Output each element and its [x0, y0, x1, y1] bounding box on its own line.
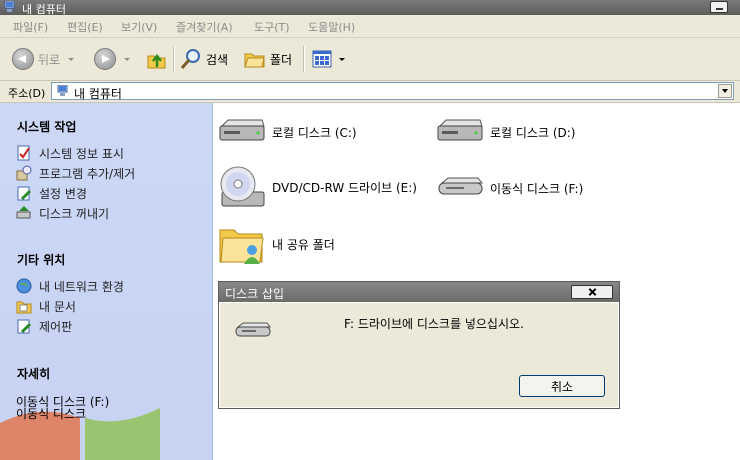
menu-file[interactable]: 파일(F) — [13, 19, 48, 35]
address-label: 주소(D) — [8, 87, 46, 100]
place-control-panel[interactable]: 제어판 — [16, 317, 72, 335]
search-icon — [180, 49, 200, 69]
removable-disk-icon — [438, 177, 484, 195]
forward-button[interactable] — [94, 46, 130, 72]
task-label: 프로그램 추가/제거 — [39, 166, 136, 181]
up-folder-button[interactable] — [146, 46, 168, 72]
my-documents-icon — [16, 301, 32, 314]
back-label: 뒤로 — [38, 52, 61, 67]
cancel-button[interactable]: 취소 — [519, 375, 605, 397]
drive-local-d[interactable]: 로컬 디스크 (D:) — [436, 118, 575, 146]
task-add-remove-programs[interactable]: 프로그램 추가/제거 — [16, 164, 135, 182]
other-places-title: 기타 위치 — [17, 253, 66, 267]
standard-toolbar: 뒤로 검색 폴더 — [0, 38, 740, 81]
hard-drive-icon — [219, 119, 265, 141]
menu-bar: 파일(F) 편집(E) 보기(V) 즐겨찾기(A) 도구(T) 도움말(H) — [0, 15, 740, 38]
details-title: 자세히 — [17, 367, 51, 381]
address-dropdown-button[interactable] — [718, 84, 732, 98]
task-change-setting[interactable]: 설정 변경 — [16, 184, 87, 202]
shared-folder[interactable]: 내 공유 폴더 — [218, 220, 335, 268]
up-folder-icon — [147, 53, 166, 69]
shared-folder-icon — [219, 229, 264, 264]
task-eject-disk[interactable]: 디스크 꺼내기 — [16, 204, 109, 222]
menu-help[interactable]: 도움말(H) — [308, 19, 355, 35]
system-tasks-title: 시스템 작업 — [17, 120, 77, 134]
forward-arrow-icon — [94, 48, 116, 70]
minimize-button[interactable] — [710, 1, 728, 13]
toolbar-separator-2 — [303, 46, 305, 72]
place-label: 내 네트워크 환경 — [39, 279, 124, 294]
network-places-icon — [16, 278, 32, 294]
dialog-titlebar[interactable]: 디스크 삽입 — [219, 282, 619, 302]
drive-label: 로컬 디스크 (D:) — [490, 125, 576, 140]
search-label: 검색 — [206, 52, 229, 67]
place-network[interactable]: 내 네트워크 환경 — [16, 277, 124, 295]
dialog-body: F: 드라이브에 디스크를 넣으십시오. 취소 — [219, 302, 619, 408]
drive-label: 로컬 디스크 (C:) — [272, 125, 357, 140]
control-panel-icon — [17, 319, 32, 334]
views-dropdown-icon[interactable] — [339, 57, 345, 61]
removable-disk-icon — [235, 322, 271, 337]
drive-local-c[interactable]: 로컬 디스크 (C:) — [218, 118, 357, 146]
task-show-system-info[interactable]: 시스템 정보 표시 — [16, 144, 124, 162]
hard-drive-icon — [437, 119, 483, 141]
my-computer-icon — [57, 85, 68, 96]
system-info-icon — [17, 145, 30, 161]
back-button[interactable]: 뒤로 — [12, 46, 75, 72]
toolbar-separator — [173, 46, 175, 72]
details-type: 이동식 디스크 — [16, 407, 87, 421]
dialog-message: F: 드라이브에 디스크를 넣으십시오. — [344, 317, 524, 331]
task-label: 시스템 정보 표시 — [39, 146, 124, 161]
place-label: 내 문서 — [39, 299, 76, 314]
place-my-documents[interactable]: 내 문서 — [16, 297, 76, 315]
drive-label: DVD/CD-RW 드라이브 (E:) — [272, 180, 417, 195]
drive-removable-f[interactable]: 이동식 디스크 (F:) — [436, 174, 583, 202]
search-button[interactable]: 검색 — [180, 46, 228, 72]
menu-edit[interactable]: 편집(E) — [67, 19, 103, 35]
change-setting-icon — [17, 186, 32, 201]
views-button[interactable] — [312, 46, 345, 72]
back-dropdown-icon[interactable] — [68, 57, 75, 61]
views-grid-icon — [312, 50, 332, 68]
folders-button[interactable]: 폴더 — [244, 46, 292, 72]
place-label: 제어판 — [39, 319, 73, 334]
task-label: 설정 변경 — [39, 186, 87, 201]
drive-dvd-e[interactable]: DVD/CD-RW 드라이브 (E:) — [218, 164, 417, 210]
menu-view[interactable]: 보기(V) — [121, 19, 157, 35]
folders-icon — [244, 53, 265, 68]
dialog-close-button[interactable] — [571, 285, 613, 299]
back-arrow-icon — [12, 48, 34, 70]
folders-label: 폴더 — [270, 52, 293, 67]
my-computer-icon — [4, 1, 15, 12]
menu-favorites[interactable]: 즐겨찾기(A) — [176, 19, 233, 35]
dvd-drive-icon — [220, 166, 265, 207]
eject-disk-icon — [16, 206, 31, 219]
forward-dropdown-icon[interactable] — [124, 57, 130, 61]
address-value: 내 컴퓨터 — [74, 87, 122, 101]
menu-tools[interactable]: 도구(T) — [254, 19, 290, 35]
dialog-title: 디스크 삽입 — [225, 287, 285, 301]
window-titlebar[interactable]: 내 컴퓨터 — [0, 0, 740, 16]
folder-label: 내 공유 폴더 — [272, 237, 335, 252]
add-remove-programs-icon — [16, 165, 32, 181]
address-bar: 주소(D) 내 컴퓨터 — [0, 81, 740, 103]
task-label: 디스크 꺼내기 — [39, 206, 110, 221]
task-pane: 시스템 작업 시스템 정보 표시 프로그램 추가/제거 설정 변경 디스크 꺼내… — [0, 103, 212, 460]
insert-disk-dialog: 디스크 삽입 F: 드라이브에 디스크를 넣으십시오. 취소 — [218, 281, 620, 409]
address-field[interactable]: 내 컴퓨터 — [51, 82, 734, 101]
drive-label: 이동식 디스크 (F:) — [490, 181, 584, 196]
